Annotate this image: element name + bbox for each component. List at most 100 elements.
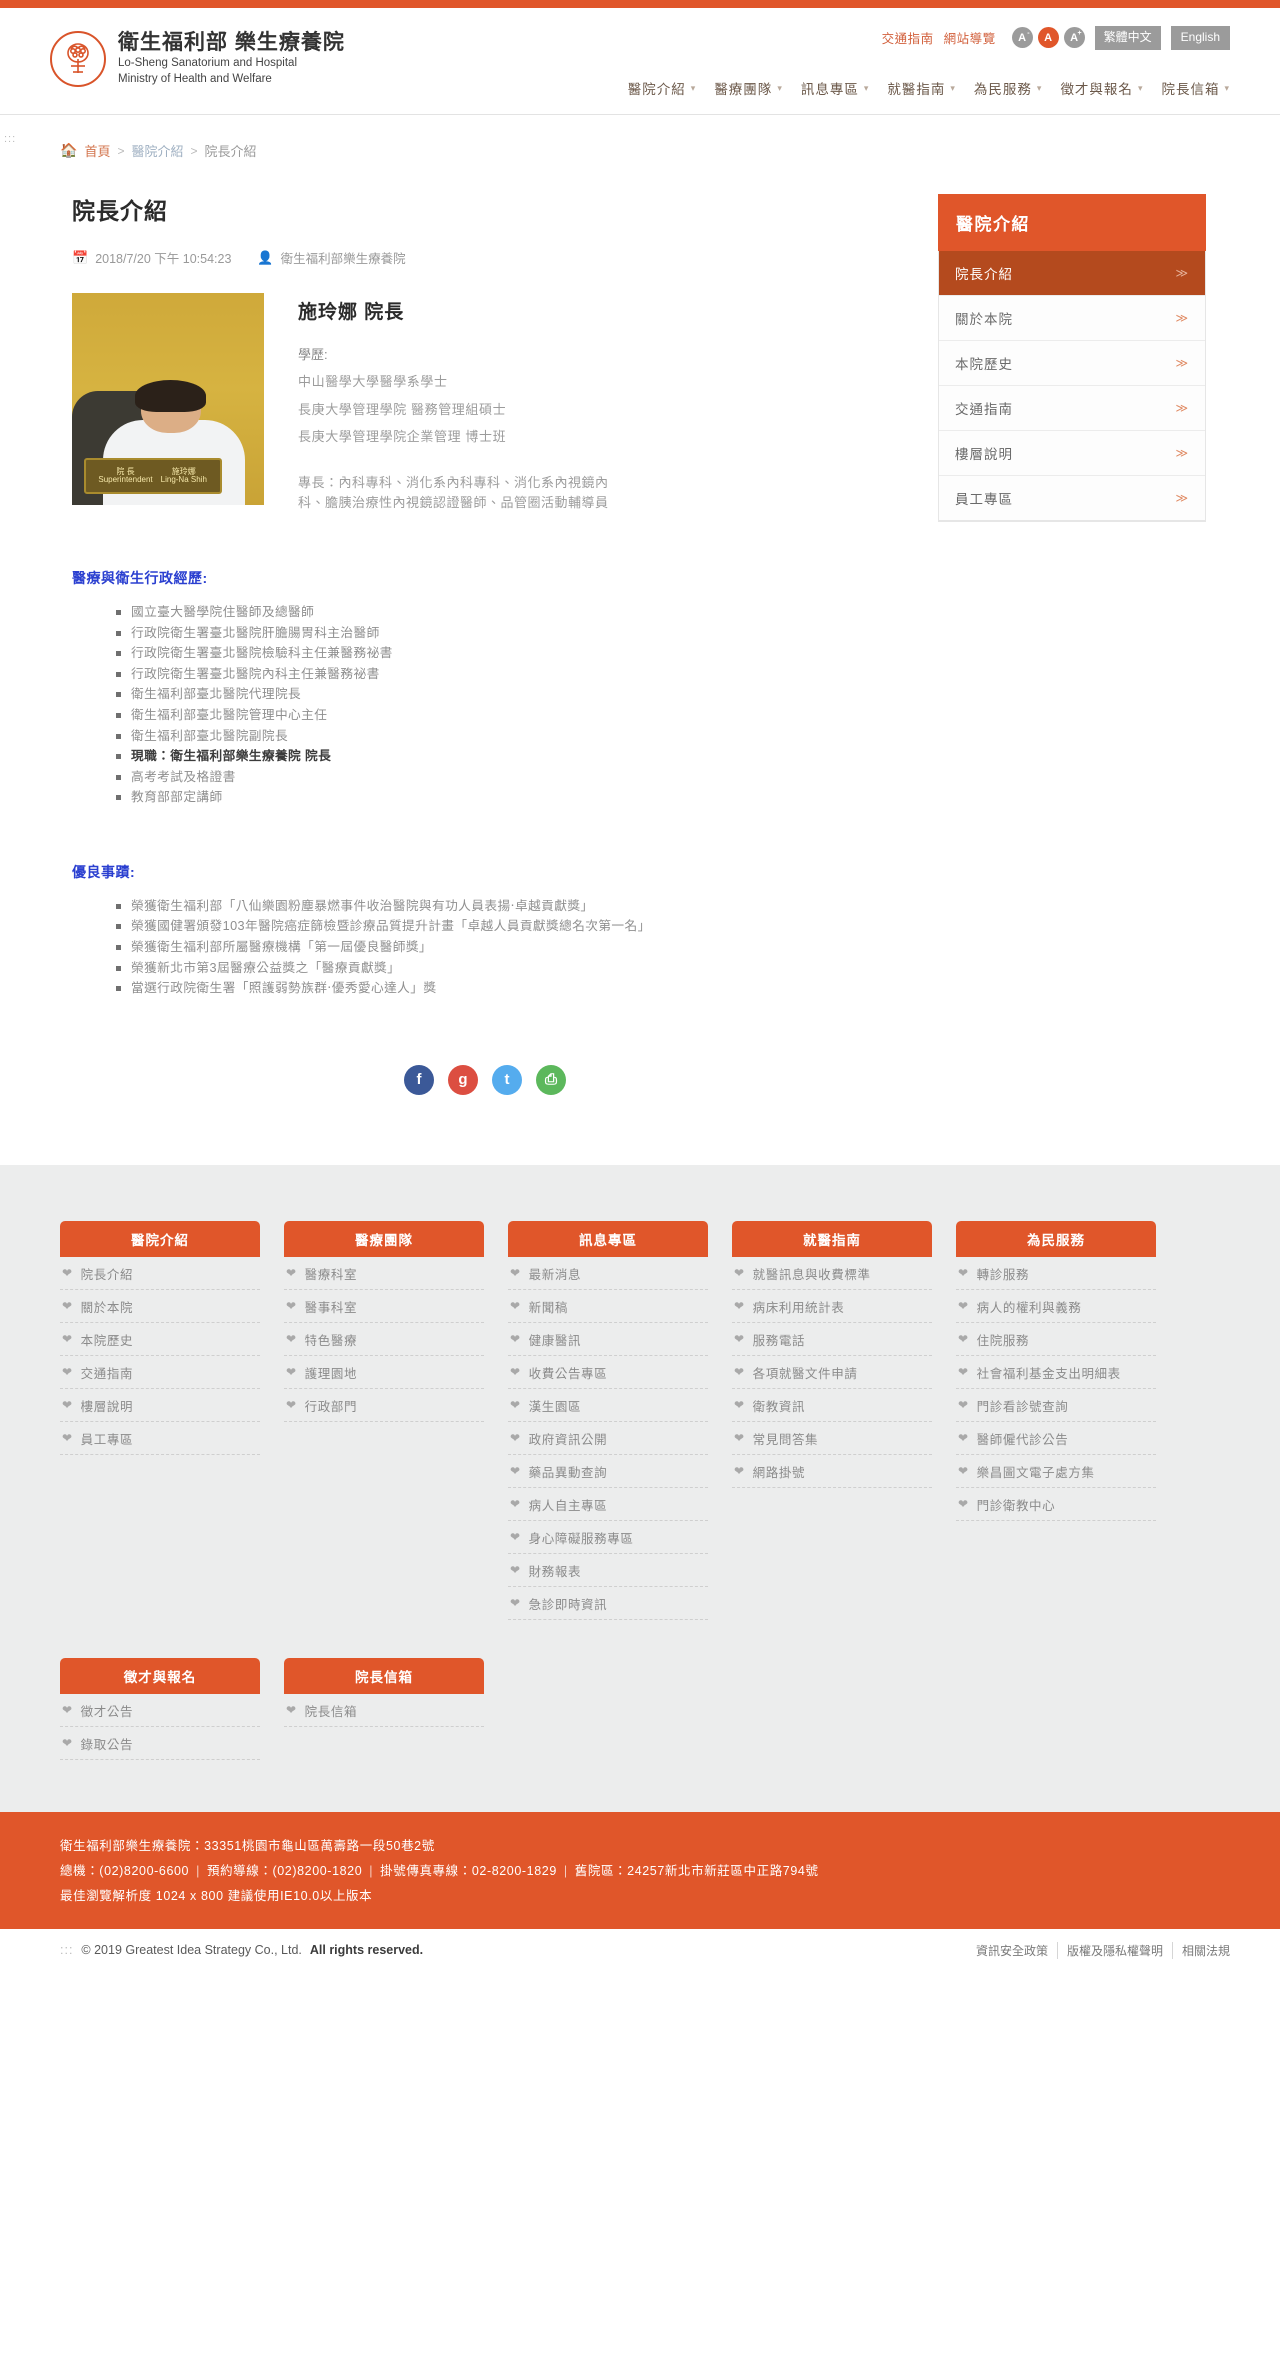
aside-item-history[interactable]: 本院歷史 ≫ bbox=[939, 341, 1205, 386]
font-size-normal-button[interactable]: A bbox=[1037, 27, 1059, 49]
footer-link-label: 收費公告專區 bbox=[528, 1366, 608, 1381]
footer-link[interactable]: ❤ 員工專區 bbox=[60, 1422, 260, 1455]
font-size-increase-button[interactable]: A + bbox=[1063, 27, 1085, 49]
footer-link-label: 徵才公告 bbox=[80, 1704, 134, 1719]
footer-link[interactable]: ❤ 健康醫訊 bbox=[508, 1323, 708, 1356]
share-googleplus-icon[interactable]: g bbox=[448, 1064, 478, 1095]
heart-pulse-icon: ❤ bbox=[62, 1703, 73, 1718]
footer-link[interactable]: ❤ 徵才公告 bbox=[60, 1694, 260, 1727]
font-size-decrease-button[interactable]: A- bbox=[1011, 27, 1033, 49]
nav-news-zone[interactable]: 訊息專區 ▾ bbox=[801, 78, 870, 98]
contact-reservation: 預約導線：(02)8200-1820 bbox=[206, 1863, 363, 1878]
heart-pulse-icon: ❤ bbox=[958, 1431, 969, 1446]
footer-link[interactable]: ❤ 交通指南 bbox=[60, 1356, 260, 1389]
traffic-guide-link[interactable]: 交通指南 bbox=[882, 28, 934, 47]
heart-pulse-icon: ❤ bbox=[958, 1299, 969, 1314]
heart-pulse-icon: ❤ bbox=[734, 1398, 745, 1413]
footer-link[interactable]: ❤ 最新消息 bbox=[508, 1257, 708, 1290]
footer-link[interactable]: ❤ 服務電話 bbox=[732, 1323, 932, 1356]
footer-link[interactable]: ❤ 行政部門 bbox=[284, 1389, 484, 1422]
aside-item-about[interactable]: 關於本院 ≫ bbox=[939, 296, 1205, 341]
breadcrumb-home[interactable]: 首頁 bbox=[84, 141, 110, 160]
footer-link[interactable]: ❤ 身心障礙服務專區 bbox=[508, 1521, 708, 1554]
footer-link[interactable]: ❤ 急診即時資訊 bbox=[508, 1587, 708, 1620]
breadcrumb-parent[interactable]: 醫院介紹 bbox=[131, 141, 183, 160]
brand-name-en-1: Lo-Sheng Sanatorium and Hospital bbox=[118, 57, 298, 70]
list-item: 榮獲衛生福利部「八仙樂園粉塵暴燃事件收治醫院與有功人員表揚‧卓越貢獻獎」 bbox=[116, 896, 910, 917]
nav-visit-guide[interactable]: 就醫指南 ▾ bbox=[887, 78, 956, 98]
education-item: 長庚大學管理學院 醫務管理組碩士 bbox=[298, 401, 507, 417]
footer-link[interactable]: ❤ 醫療科室 bbox=[284, 1257, 484, 1290]
aside-item-floor[interactable]: 樓層說明 ≫ bbox=[939, 431, 1205, 476]
footer-link[interactable]: ❤ 醫事科室 bbox=[284, 1290, 484, 1323]
footer-link[interactable]: ❤ 病床利用統計表 bbox=[732, 1290, 932, 1323]
footer-link[interactable]: ❤ 本院歷史 bbox=[60, 1323, 260, 1356]
top-accent-bar bbox=[0, 0, 1280, 8]
photo-hair-shape bbox=[135, 379, 207, 412]
footer-link[interactable]: ❤ 就醫訊息與收費標準 bbox=[732, 1257, 932, 1290]
publish-date: 📅 2018/7/20 下午 10:54:23 bbox=[72, 248, 231, 267]
link-security-policy[interactable]: 資訊安全政策 bbox=[967, 1941, 1058, 1959]
aside-item-staff[interactable]: 員工專區 ≫ bbox=[939, 476, 1205, 521]
nav-hospital-intro[interactable]: 醫院介紹 ▾ bbox=[628, 78, 697, 98]
footer-link[interactable]: ❤ 常見問答集 bbox=[732, 1422, 932, 1455]
lang-english-button[interactable]: English bbox=[1170, 26, 1230, 50]
link-regulations[interactable]: 相關法規 bbox=[1173, 1942, 1230, 1959]
nav-recruitment[interactable]: 徵才與報名 ▾ bbox=[1060, 78, 1143, 98]
footer-link[interactable]: ❤ 門診看診號查詢 bbox=[956, 1389, 1156, 1422]
footer-link-label: 院長信箱 bbox=[304, 1704, 358, 1719]
footer-link[interactable]: ❤ 收費公告專區 bbox=[508, 1356, 708, 1389]
footer-link[interactable]: ❤ 衛教資訊 bbox=[732, 1389, 932, 1422]
footer-link[interactable]: ❤ 轉診服務 bbox=[956, 1257, 1156, 1290]
share-twitter-icon[interactable]: t bbox=[492, 1064, 522, 1095]
footer-link[interactable]: ❤ 社會福利基金支出明細表 bbox=[956, 1356, 1156, 1389]
nav-label: 訊息專區 bbox=[800, 82, 859, 97]
nav-medical-team[interactable]: 醫療團隊 ▾ bbox=[714, 78, 783, 98]
director-profile: 院 長 Superintendent 施玲娜 Ling-Na Shih 施玲娜 … bbox=[72, 293, 910, 514]
footer-link[interactable]: ❤ 樂昌圖文電子處方集 bbox=[956, 1455, 1156, 1488]
footer-link[interactable]: ❤ 網路掛號 bbox=[732, 1455, 932, 1488]
link-privacy-policy[interactable]: 版權及隱私權聲明 bbox=[1058, 1941, 1173, 1959]
footer-link[interactable]: ❤ 錄取公告 bbox=[60, 1727, 260, 1760]
footer-link-label: 住院服務 bbox=[976, 1333, 1030, 1348]
heart-pulse-icon: ❤ bbox=[510, 1464, 521, 1479]
print-icon[interactable]: ⎙ bbox=[536, 1064, 566, 1095]
footer-link[interactable]: ❤ 藥品異動查詢 bbox=[508, 1455, 708, 1488]
footer-link[interactable]: ❤ 院長信箱 bbox=[284, 1694, 484, 1727]
accessibility-anchor-main[interactable]: ::: bbox=[4, 134, 16, 144]
aside-item-traffic[interactable]: 交通指南 ≫ bbox=[939, 386, 1205, 431]
footer-link[interactable]: ❤ 護理園地 bbox=[284, 1356, 484, 1389]
footer-link[interactable]: ❤ 漢生園區 bbox=[508, 1389, 708, 1422]
footer-link[interactable]: ❤ 院長介紹 bbox=[60, 1257, 260, 1290]
nav-director-mailbox[interactable]: 院長信箱 ▾ bbox=[1161, 78, 1230, 98]
sitemap-link[interactable]: 網站導覽 bbox=[944, 28, 996, 47]
footer-column-title: 徵才與報名 bbox=[60, 1657, 260, 1694]
footer-link[interactable]: ❤ 住院服務 bbox=[956, 1323, 1156, 1356]
accessibility-anchor-footer[interactable]: ::: bbox=[60, 1943, 73, 1957]
footer-link[interactable]: ❤ 樓層說明 bbox=[60, 1389, 260, 1422]
nav-label: 徵才與報名 bbox=[1060, 82, 1133, 97]
aside-item-director-intro[interactable]: 院長介紹 ≫ bbox=[939, 251, 1205, 296]
share-facebook-icon[interactable]: f bbox=[404, 1064, 434, 1095]
footer-link-label: 門診衛教中心 bbox=[976, 1498, 1056, 1513]
heart-pulse-icon: ❤ bbox=[62, 1266, 73, 1281]
footer-link[interactable]: ❤ 政府資訊公開 bbox=[508, 1422, 708, 1455]
footer-link[interactable]: ❤ 財務報表 bbox=[508, 1554, 708, 1587]
footer-link[interactable]: ❤ 各項就醫文件申請 bbox=[732, 1356, 932, 1389]
footer-link[interactable]: ❤ 關於本院 bbox=[60, 1290, 260, 1323]
divider: | bbox=[196, 1863, 200, 1878]
footer-link[interactable]: ❤ 門診衛教中心 bbox=[956, 1488, 1156, 1521]
education-item: 中山醫學大學醫學系學士 bbox=[298, 374, 448, 389]
heart-pulse-icon: ❤ bbox=[958, 1266, 969, 1281]
font-size-decrease-label: A bbox=[1018, 31, 1027, 44]
footer-link[interactable]: ❤ 特色醫療 bbox=[284, 1323, 484, 1356]
lang-traditional-chinese-button[interactable]: 繁體中文 bbox=[1094, 26, 1161, 50]
footer-link[interactable]: ❤ 病人自主專區 bbox=[508, 1488, 708, 1521]
footer-link[interactable]: ❤ 醫師僱代診公告 bbox=[956, 1422, 1156, 1455]
footer-link[interactable]: ❤ 病人的權利與義務 bbox=[956, 1290, 1156, 1323]
sidebar-item-label: 員工專區 bbox=[955, 492, 1013, 507]
nav-public-service[interactable]: 為民服務 ▾ bbox=[974, 78, 1043, 98]
chevron-right-icon: ≫ bbox=[1175, 401, 1189, 415]
nameplate-name-cn: 施玲娜 bbox=[171, 466, 196, 476]
footer-link[interactable]: ❤ 新聞稿 bbox=[508, 1290, 708, 1323]
